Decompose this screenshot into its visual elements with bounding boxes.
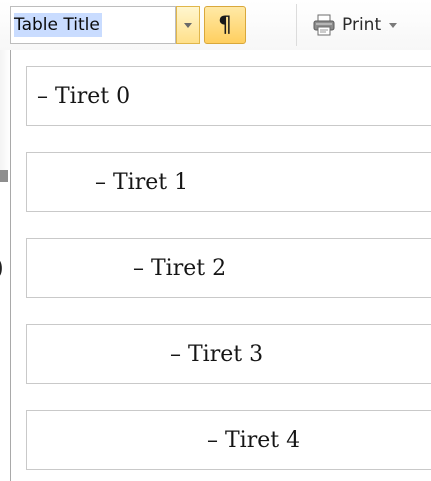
style-option-tiret-4[interactable]: – Tiret 4 bbox=[26, 410, 431, 470]
style-option-tiret-0[interactable]: – Tiret 0 bbox=[26, 66, 431, 126]
style-option-tiret-3[interactable]: – Tiret 3 bbox=[26, 324, 431, 384]
print-label: Print bbox=[342, 15, 382, 35]
background-text-fragment: ) bbox=[0, 256, 4, 281]
toolbar: Table Title ¶ Print bbox=[0, 0, 431, 51]
show-formatting-marks-button[interactable]: ¶ bbox=[204, 6, 246, 44]
style-option-label: – Tiret 0 bbox=[37, 83, 131, 109]
toolbar-separator bbox=[296, 4, 297, 46]
style-option-tiret-1[interactable]: – Tiret 1 bbox=[26, 152, 431, 212]
background-window-edge: ) bbox=[0, 50, 10, 481]
background-scrollbar-fragment bbox=[0, 170, 8, 182]
print-button[interactable]: Print bbox=[312, 10, 398, 40]
printer-icon bbox=[313, 14, 335, 36]
chevron-down-icon bbox=[184, 22, 192, 28]
style-combo-box[interactable]: Table Title bbox=[10, 6, 176, 44]
print-caret-icon bbox=[389, 22, 398, 28]
style-option-label: – Tiret 4 bbox=[207, 427, 301, 453]
style-gallery-dropdown: – Tiret 0 – Tiret 1 – Tiret 2 – Tiret 3 … bbox=[10, 50, 431, 481]
style-option-label: – Tiret 2 bbox=[133, 255, 227, 281]
background-pane-fragment bbox=[0, 50, 10, 170]
style-option-label: – Tiret 1 bbox=[95, 169, 189, 195]
style-option-tiret-2[interactable]: – Tiret 2 bbox=[26, 238, 431, 298]
style-dropdown-button[interactable] bbox=[176, 6, 200, 44]
style-combo-value[interactable]: Table Title bbox=[14, 13, 102, 37]
style-option-label: – Tiret 3 bbox=[170, 341, 264, 367]
